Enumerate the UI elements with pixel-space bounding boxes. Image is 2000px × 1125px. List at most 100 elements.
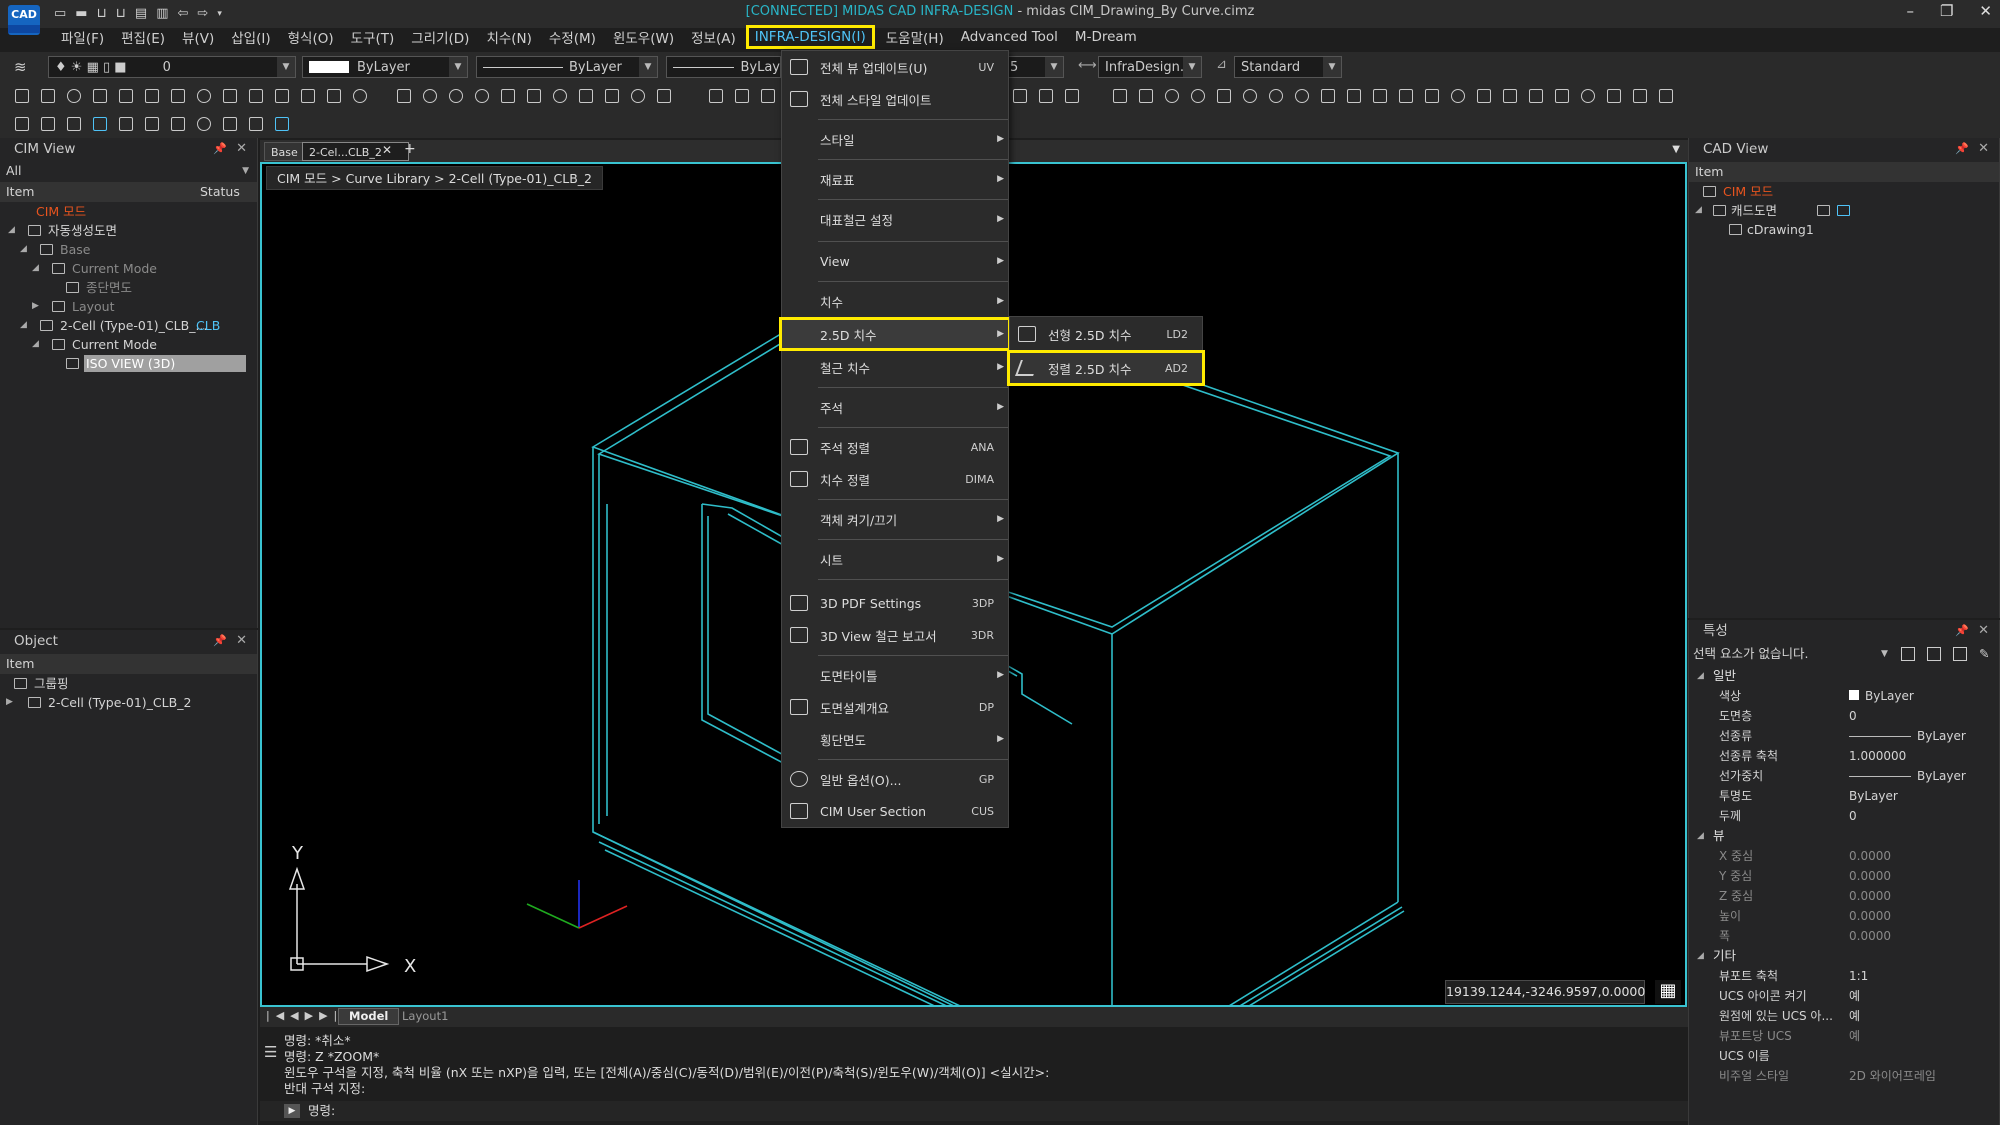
menu-item-view[interactable]: View ▶ bbox=[782, 245, 1008, 277]
layers-icon[interactable]: ≋ bbox=[14, 58, 27, 76]
menu-item-cross-section[interactable]: 횡단면도 ▶ bbox=[782, 723, 1008, 755]
tool-icon-37[interactable] bbox=[1240, 86, 1260, 106]
menu-item-align-dimension[interactable]: 치수 정렬 DIMA bbox=[782, 463, 1008, 495]
tree-item[interactable]: CIM 모드 bbox=[0, 202, 257, 221]
plot-icon[interactable]: ▤ bbox=[135, 6, 147, 21]
snap-icon-6[interactable] bbox=[142, 114, 162, 134]
cim-view-filter[interactable]: All ▼ bbox=[6, 160, 251, 182]
expand-icon[interactable]: ◢ bbox=[8, 221, 15, 240]
menu-m-dream[interactable]: M-Dream bbox=[1066, 26, 1145, 48]
menu-item-style[interactable]: 스타일 ▶ bbox=[782, 123, 1008, 155]
menu-item-sheet[interactable]: 시트 ▶ bbox=[782, 543, 1008, 575]
tool-icon-13[interactable] bbox=[324, 86, 344, 106]
tool-icon-47[interactable] bbox=[1500, 86, 1520, 106]
prop-row[interactable]: 색상 ByLayer bbox=[1689, 686, 1999, 706]
lineweight-combo[interactable]: ByLay bbox=[666, 56, 781, 78]
menu-insert[interactable]: 삽입(I) bbox=[222, 24, 278, 50]
view-toggle-icon[interactable] bbox=[1817, 205, 1830, 216]
menu-tools[interactable]: 도구(T) bbox=[342, 24, 403, 50]
command-input[interactable]: ▶ 명령: bbox=[260, 1101, 1688, 1121]
prop-row[interactable]: 선종류 ByLayer bbox=[1689, 726, 1999, 746]
tool-icon-10[interactable] bbox=[246, 86, 266, 106]
save-as-icon[interactable]: ⊔ bbox=[116, 6, 126, 21]
pin-icon[interactable]: 📌 bbox=[1955, 620, 1969, 642]
tool-icon-48[interactable] bbox=[1526, 86, 1546, 106]
tool-icon-9[interactable] bbox=[220, 86, 240, 106]
tool-icon-51[interactable] bbox=[1604, 86, 1624, 106]
tree-item[interactable]: ▶ 2-Cell (Type-01)_CLB_2 bbox=[0, 693, 257, 712]
layer-combo[interactable]: ♦ ☀ ▦ ▯ ■ 0 ▼ bbox=[48, 56, 296, 78]
tree-item-selected[interactable]: ISO VIEW (3D) bbox=[0, 354, 257, 373]
menu-advanced-tool[interactable]: Advanced Tool bbox=[952, 26, 1066, 48]
menu-infra-design[interactable]: INFRA-DESIGN(I) bbox=[745, 25, 875, 49]
close-panel-icon[interactable]: ✕ bbox=[236, 138, 247, 160]
tool-icon-17[interactable] bbox=[446, 86, 466, 106]
chevron-down-icon[interactable]: ▼ bbox=[1881, 642, 1888, 666]
menu-window[interactable]: 윈도우(W) bbox=[604, 24, 682, 50]
tool-icon-42[interactable] bbox=[1370, 86, 1390, 106]
snap-icon-9[interactable] bbox=[220, 114, 240, 134]
close-window-icon[interactable]: ✕ bbox=[1979, 2, 1992, 20]
tree-item[interactable]: ◢ 자동생성도면 bbox=[0, 221, 257, 240]
tool-icon-29[interactable] bbox=[1010, 86, 1030, 106]
app-logo[interactable]: CAD bbox=[8, 5, 40, 35]
menu-view[interactable]: 뷰(V) bbox=[173, 24, 222, 50]
tree-item[interactable]: ◢ 2-Cell (Type-01)_CLB_... CLB bbox=[0, 316, 257, 335]
menu-item-general-options[interactable]: 일반 옵션(O)... GP bbox=[782, 763, 1008, 795]
selection-status[interactable]: 선택 요소가 없습니다. bbox=[1693, 642, 1808, 666]
prop-row[interactable]: UCS 아이콘 켜기 예 bbox=[1689, 986, 1999, 1006]
pin-icon[interactable]: 📌 bbox=[1955, 138, 1969, 160]
collapse-icon[interactable]: ▶ bbox=[6, 693, 13, 712]
pickadd-icon[interactable] bbox=[1927, 647, 1941, 661]
tree-item[interactable]: ◢ Current Mode bbox=[0, 335, 257, 354]
menu-item-dimension[interactable]: 치수 ▶ bbox=[782, 285, 1008, 317]
snap-icon-8[interactable] bbox=[194, 114, 214, 134]
menu-modify[interactable]: 수정(M) bbox=[540, 24, 604, 50]
snap-icon-4[interactable] bbox=[90, 114, 110, 134]
close-panel-icon[interactable]: ✕ bbox=[236, 630, 247, 652]
menu-file[interactable]: 파일(F) bbox=[52, 24, 112, 50]
menu-item-rebar-dimension[interactable]: 철근 치수 ▶ bbox=[782, 351, 1008, 383]
pin-icon[interactable]: 📌 bbox=[213, 138, 227, 160]
tool-icon-27[interactable] bbox=[732, 86, 752, 106]
linetype-combo[interactable]: ByLayer ▼ bbox=[476, 56, 658, 78]
prop-row[interactable]: UCS 이름 bbox=[1689, 1046, 1999, 1066]
select-objects-icon[interactable] bbox=[1953, 647, 1967, 661]
tree-item[interactable]: ◢ 캐드도면 bbox=[1689, 201, 1999, 220]
tool-icon-34[interactable] bbox=[1162, 86, 1182, 106]
tab-active-drawing[interactable]: 2-Cel...CLB_2 bbox=[302, 142, 409, 161]
tool-icon-2[interactable] bbox=[38, 86, 58, 106]
tree-item[interactable]: ◢ Current Mode bbox=[0, 259, 257, 278]
menu-item-annotation[interactable]: 주석 ▶ bbox=[782, 391, 1008, 423]
tool-icon-38[interactable] bbox=[1266, 86, 1286, 106]
tool-icon-35[interactable] bbox=[1188, 86, 1208, 106]
submenu-item-linear-25d[interactable]: 선형 2.5D 치수 LD2 bbox=[1010, 318, 1202, 350]
tool-icon-4[interactable] bbox=[90, 86, 110, 106]
customize-toolbar-icon[interactable]: ▾ bbox=[217, 9, 222, 19]
tool-icon-53[interactable] bbox=[1656, 86, 1676, 106]
tool-icon-5[interactable] bbox=[116, 86, 136, 106]
tool-icon-46[interactable] bbox=[1474, 86, 1494, 106]
section-general[interactable]: ◢ 일반 bbox=[1689, 666, 1999, 686]
menu-item-material-table[interactable]: 재료표 ▶ bbox=[782, 163, 1008, 195]
menu-item-3d-pdf-settings[interactable]: 3D PDF Settings 3DP bbox=[782, 587, 1008, 619]
tool-icon-14[interactable] bbox=[350, 86, 370, 106]
view-toggle-icon[interactable] bbox=[1837, 205, 1850, 216]
menu-item-align-annotation[interactable]: 주석 정렬 ANA bbox=[782, 431, 1008, 463]
snap-icon-3[interactable] bbox=[64, 114, 84, 134]
menu-item-object-onoff[interactable]: 객체 켜기/끄기 ▶ bbox=[782, 503, 1008, 535]
tree-item[interactable]: ◢ Base bbox=[0, 240, 257, 259]
menu-item-25d-dimension[interactable]: 2.5D 치수 ▶ bbox=[779, 317, 1011, 351]
layout-nav-icons[interactable]: |◀◀▶▶| bbox=[266, 1009, 343, 1022]
tree-item[interactable]: ▶ Layout bbox=[0, 297, 257, 316]
tree-item[interactable]: cDrawing1 bbox=[1689, 220, 1999, 239]
tool-icon-40[interactable] bbox=[1318, 86, 1338, 106]
command-menu-icon[interactable]: ☰ bbox=[264, 1043, 277, 1061]
color-combo[interactable]: ByLayer ▼ bbox=[302, 56, 468, 78]
close-panel-icon[interactable]: ✕ bbox=[1978, 138, 1989, 160]
expand-icon[interactable]: ◢ bbox=[1695, 201, 1702, 220]
toggle-value-icon[interactable]: ✎ bbox=[1979, 642, 1989, 666]
tool-icon-24[interactable] bbox=[628, 86, 648, 106]
tool-icon-22[interactable] bbox=[576, 86, 596, 106]
expand-icon[interactable]: ◢ bbox=[32, 259, 39, 278]
